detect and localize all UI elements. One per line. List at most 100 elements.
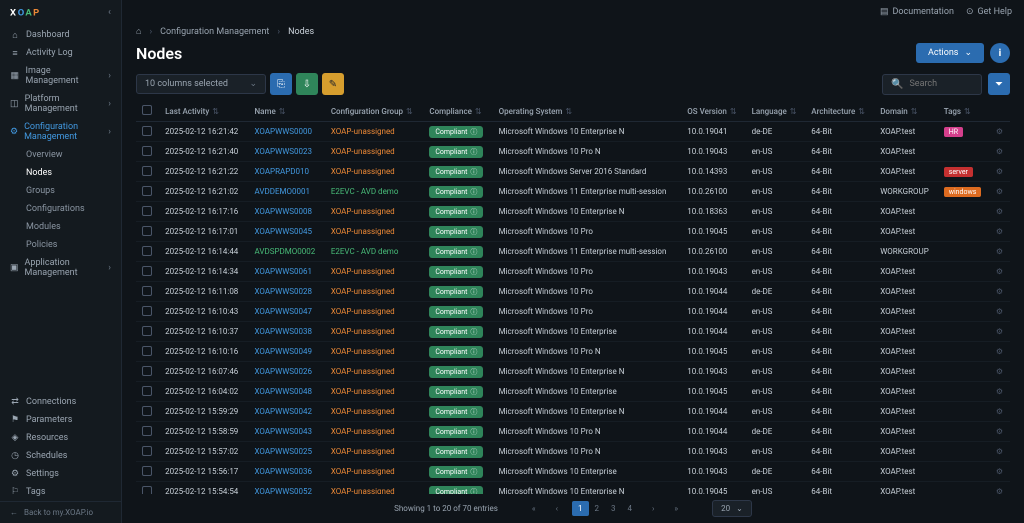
sort-icon[interactable]: ⇅ xyxy=(858,107,865,116)
row-settings-icon[interactable]: ⚙ xyxy=(996,487,1003,494)
row-checkbox[interactable] xyxy=(142,186,152,196)
row-checkbox[interactable] xyxy=(142,366,152,376)
node-name-link[interactable]: XOAPWWS0038 xyxy=(255,327,313,336)
config-group-link[interactable]: E2EVC - AVD demo xyxy=(331,247,399,256)
node-name-link[interactable]: XOAPWWS0026 xyxy=(255,367,313,376)
node-name-link[interactable]: AVDSPDMO0002 xyxy=(255,247,316,256)
row-checkbox[interactable] xyxy=(142,386,152,396)
config-group-link[interactable]: XOAP-unassigned xyxy=(331,387,395,396)
nav-settings[interactable]: ⚙Settings xyxy=(0,465,121,483)
page-2[interactable]: 2 xyxy=(589,501,606,516)
config-group-link[interactable]: XOAP-unassigned xyxy=(331,267,395,276)
row-checkbox[interactable] xyxy=(142,446,152,456)
prev-page[interactable]: ‹ xyxy=(550,501,564,516)
export-button[interactable]: ⇩ xyxy=(296,73,318,95)
row-settings-icon[interactable]: ⚙ xyxy=(996,347,1003,356)
row-checkbox[interactable] xyxy=(142,226,152,236)
row-checkbox[interactable] xyxy=(142,346,152,356)
row-checkbox[interactable] xyxy=(142,286,152,296)
sort-icon[interactable]: ⇅ xyxy=(730,107,737,116)
config-group-link[interactable]: XOAP-unassigned xyxy=(331,167,395,176)
sort-icon[interactable]: ⇅ xyxy=(964,107,971,116)
config-group-link[interactable]: XOAP-unassigned xyxy=(331,407,395,416)
node-name-link[interactable]: XOAPWWS0049 xyxy=(255,347,313,356)
page-4[interactable]: 4 xyxy=(622,501,639,516)
nav-connections[interactable]: ⇄Connections xyxy=(0,393,121,411)
node-name-link[interactable]: XOAPWWS0061 xyxy=(255,267,313,276)
nav-image-management[interactable]: ▦Image Management xyxy=(0,62,121,90)
back-link[interactable]: ← Back to my.XOAP.io xyxy=(0,501,121,523)
row-checkbox[interactable] xyxy=(142,406,152,416)
row-checkbox[interactable] xyxy=(142,326,152,336)
row-settings-icon[interactable]: ⚙ xyxy=(996,147,1003,156)
page-size-select[interactable]: 20 xyxy=(712,500,752,517)
nav-schedules[interactable]: ◷Schedules xyxy=(0,447,121,465)
node-name-link[interactable]: XOAPWWS0042 xyxy=(255,407,313,416)
crumb-config-mgmt[interactable]: Configuration Management xyxy=(160,27,269,37)
node-name-link[interactable]: XOAPWWS0028 xyxy=(255,287,313,296)
first-page[interactable]: « xyxy=(526,501,542,516)
home-icon[interactable]: ⌂ xyxy=(136,26,141,37)
row-checkbox[interactable] xyxy=(142,126,152,136)
search-box[interactable]: 🔍 xyxy=(882,74,982,95)
nav-tags[interactable]: ⚐Tags xyxy=(0,483,121,501)
config-group-link[interactable]: XOAP-unassigned xyxy=(331,487,395,494)
help-link[interactable]: ⊙Get Help xyxy=(966,7,1012,17)
config-group-link[interactable]: XOAP-unassigned xyxy=(331,447,395,456)
row-settings-icon[interactable]: ⚙ xyxy=(996,247,1003,256)
node-name-link[interactable]: XOAPWWS0045 xyxy=(255,227,313,236)
config-group-link[interactable]: XOAP-unassigned xyxy=(331,147,395,156)
node-name-link[interactable]: XOAPWWS0025 xyxy=(255,447,313,456)
row-settings-icon[interactable]: ⚙ xyxy=(996,387,1003,396)
info-button[interactable]: i xyxy=(990,43,1010,63)
node-name-link[interactable]: XOAPWWS0047 xyxy=(255,307,313,316)
last-page[interactable]: » xyxy=(668,501,684,516)
row-checkbox[interactable] xyxy=(142,426,152,436)
row-checkbox[interactable] xyxy=(142,466,152,476)
collapse-sidebar-icon[interactable]: ‹ xyxy=(108,7,111,18)
sort-icon[interactable]: ⇅ xyxy=(565,107,572,116)
row-settings-icon[interactable]: ⚙ xyxy=(996,427,1003,436)
sort-icon[interactable]: ⇅ xyxy=(212,107,219,116)
nav-sub-overview[interactable]: Overview xyxy=(0,146,121,164)
row-settings-icon[interactable]: ⚙ xyxy=(996,447,1003,456)
row-settings-icon[interactable]: ⚙ xyxy=(996,367,1003,376)
config-group-link[interactable]: XOAP-unassigned xyxy=(331,467,395,476)
nav-sub-groups[interactable]: Groups xyxy=(0,182,121,200)
row-settings-icon[interactable]: ⚙ xyxy=(996,227,1003,236)
sort-icon[interactable]: ⇅ xyxy=(790,107,797,116)
nav-sub-policies[interactable]: Policies xyxy=(0,236,121,254)
nav-platform-management[interactable]: ◫Platform Management xyxy=(0,90,121,118)
sort-icon[interactable]: ⇅ xyxy=(279,107,286,116)
config-group-link[interactable]: E2EVC - AVD demo xyxy=(331,187,399,196)
nav-dashboard[interactable]: ⌂Dashboard xyxy=(0,26,121,44)
row-checkbox[interactable] xyxy=(142,486,152,495)
nav-parameters[interactable]: ⚑Parameters xyxy=(0,411,121,429)
filter-button[interactable]: ⏷ xyxy=(988,73,1010,95)
columns-select[interactable]: 10 columns selected xyxy=(136,74,266,94)
row-checkbox[interactable] xyxy=(142,206,152,216)
row-checkbox[interactable] xyxy=(142,166,152,176)
documentation-link[interactable]: ▤Documentation xyxy=(880,7,954,17)
config-group-link[interactable]: XOAP-unassigned xyxy=(331,367,395,376)
row-checkbox[interactable] xyxy=(142,146,152,156)
copy-button[interactable]: ⎘ xyxy=(270,73,292,95)
page-1[interactable]: 1 xyxy=(572,501,589,516)
row-settings-icon[interactable]: ⚙ xyxy=(996,207,1003,216)
actions-button[interactable]: Actions xyxy=(916,43,984,63)
node-name-link[interactable]: XOAPWWS0008 xyxy=(255,207,313,216)
config-group-link[interactable]: XOAP-unassigned xyxy=(331,307,395,316)
node-name-link[interactable]: XOAPWWS0000 xyxy=(255,127,313,136)
node-name-link[interactable]: XOAPWWS0023 xyxy=(255,147,313,156)
node-name-link[interactable]: XOAPWWS0036 xyxy=(255,467,313,476)
node-name-link[interactable]: XOAPWWS0043 xyxy=(255,427,313,436)
row-checkbox[interactable] xyxy=(142,246,152,256)
config-group-link[interactable]: XOAP-unassigned xyxy=(331,427,395,436)
config-group-link[interactable]: XOAP-unassigned xyxy=(331,207,395,216)
nav-application-management[interactable]: ▣Application Management xyxy=(0,254,121,282)
row-settings-icon[interactable]: ⚙ xyxy=(996,407,1003,416)
nav-sub-nodes[interactable]: Nodes xyxy=(0,164,121,182)
row-settings-icon[interactable]: ⚙ xyxy=(996,127,1003,136)
node-name-link[interactable]: AVDDEMO0001 xyxy=(255,187,311,196)
config-group-link[interactable]: XOAP-unassigned xyxy=(331,327,395,336)
